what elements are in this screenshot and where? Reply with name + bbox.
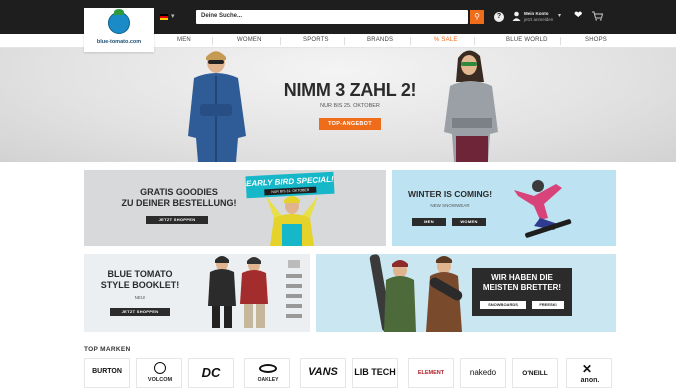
boards-text-panel: WIR HABEN DIE MEISTEN BRETTER! SNOWBOARD… (472, 268, 572, 316)
nav-item-shops[interactable]: SHOPS (585, 37, 607, 43)
goodies-shop-button[interactable]: JETZT SHOPPEN (146, 216, 208, 224)
chevron-down-icon[interactable]: ▾ (171, 12, 175, 20)
brand-logo-anon: anon. (580, 377, 600, 384)
style-booklet-banner[interactable]: BLUE TOMATO STYLE BOOKLET! NEU! JETZT SH… (84, 254, 310, 332)
brand-tile-libtech[interactable]: LIB TECH (352, 358, 398, 388)
booklet-title-line1: BLUE TOMATO (107, 269, 173, 279)
booklet-new-label: NEU! (134, 295, 146, 300)
hero-cta-button[interactable]: TOP-ANGEBOT (319, 118, 381, 130)
brand-logo-element: ELEMENT (417, 370, 445, 376)
flag-de-icon[interactable] (160, 14, 168, 20)
nav-item-men[interactable]: MEN (177, 37, 191, 43)
anon-x-icon: ✕ (582, 362, 593, 376)
help-icon[interactable]: ? (494, 12, 504, 22)
nav-item-women[interactable]: WOMEN (237, 37, 262, 43)
cart-icon[interactable] (592, 11, 604, 23)
hero-banner[interactable]: NIMM 3 ZAHL 2! NUR BIS 25. OKTOBER TOP-A… (0, 48, 676, 162)
brand-tile-dc[interactable]: DC (188, 358, 234, 388)
search-placeholder: Deine Suche... (201, 13, 243, 19)
brand-tile-nakedo[interactable]: nakedo (460, 358, 506, 388)
snowboarder-jump-image (514, 180, 572, 238)
booklet-title-line2: STYLE BOOKLET! (100, 280, 180, 290)
boards-banner[interactable]: WIR HABEN DIE MEISTEN BRETTER! SNOWBOARD… (316, 254, 616, 332)
nav-divider (410, 37, 411, 45)
nav-item-sale[interactable]: % SALE (434, 37, 458, 43)
nav-item-blue-world[interactable]: BLUE WORLD (506, 37, 548, 43)
brand-tile-oakley[interactable]: OAKLEY (244, 358, 290, 388)
heart-icon[interactable]: ❤ (574, 10, 582, 21)
brand-logo-libtech: LIB TECH (354, 367, 396, 377)
booklet-models-image (208, 256, 268, 328)
hero-headline: NIMM 3 ZAHL 2! (283, 80, 417, 100)
brand-logo-oakley: OAKLEY (257, 377, 279, 383)
boards-freeski-button[interactable]: FREESKI (532, 301, 564, 309)
tomato-leaf-icon (114, 9, 124, 15)
nav-divider (280, 37, 281, 45)
winter-women-button[interactable]: WOMEN (452, 218, 486, 226)
brands-section-title: TOP MARKEN (84, 346, 131, 353)
goodies-banner[interactable]: GRATIS GOODIES ZU DEINER BESTELLUNG! JET… (84, 170, 386, 246)
search-icon: ⚲ (474, 12, 480, 21)
early-bird-title: EARLY BIRD SPECIAL! (245, 174, 334, 189)
nav-item-brands[interactable]: BRANDS (367, 37, 393, 43)
booklet-shop-button[interactable]: JETZT SHOPPEN (110, 308, 170, 316)
brand-logo-nakedo: nakedo (469, 368, 497, 377)
goodies-title-line2: ZU DEINER BESTELLUNG! (121, 198, 237, 208)
search-button[interactable]: ⚲ (470, 10, 484, 24)
winter-banner[interactable]: WINTER IS COMING! NEW SNOWWEAR MEN WOMEN (392, 170, 616, 246)
brand-list-mini-logos (286, 260, 302, 318)
brand-logo-volcom: VOLCOM (147, 377, 173, 383)
boards-models-image (369, 254, 463, 332)
tomato-logo-icon (108, 12, 130, 34)
brand-tile-anon[interactable]: ✕ anon. (566, 358, 612, 388)
boards-title-line2: MEISTEN BRETTER! (482, 283, 562, 292)
winter-men-button[interactable]: MEN (412, 218, 446, 226)
brand-logo-vans: VANS (308, 366, 338, 378)
brand-tile-volcom[interactable]: VOLCOM (136, 358, 182, 388)
boards-snowboards-button[interactable]: SNOWBOARDS (480, 301, 526, 309)
oakley-ellipse-icon (259, 364, 277, 373)
brand-tile-oneill[interactable]: O'NEILL (512, 358, 558, 388)
brand-logo-burton: BURTON (92, 368, 122, 375)
user-icon[interactable] (512, 11, 521, 24)
brand-tile-vans[interactable]: VANS (300, 358, 346, 388)
account-link[interactable]: Mein Konto (524, 11, 549, 16)
boards-title-line1: WIR HABEN DIE (491, 273, 553, 282)
nav-item-sports[interactable]: SPORTS (303, 37, 329, 43)
goodies-title-line1: GRATIS GOODIES (140, 187, 218, 197)
nav-divider (212, 37, 213, 45)
hero-subline: NUR BIS 25. OKTOBER (320, 103, 380, 109)
logo-text: blue-tomato.com (96, 39, 142, 45)
hero-model-man-image (188, 51, 246, 162)
account-chevron-icon[interactable]: ▾ (558, 12, 561, 19)
search-input[interactable]: Deine Suche... (196, 10, 468, 24)
brand-logo-oneill: O'NEILL (522, 370, 548, 377)
volcom-stone-icon (154, 362, 166, 374)
brand-tile-burton[interactable]: BURTON (84, 358, 130, 388)
nav-divider (344, 37, 345, 45)
brand-logo-dc: DC (201, 365, 221, 380)
nav-divider (560, 37, 561, 45)
nav-divider (474, 37, 475, 45)
account-login-hint[interactable]: jetzt anmelden (524, 17, 553, 22)
winter-subline: NEW SNOWWEAR (430, 203, 470, 208)
winter-title: WINTER IS COMING! (407, 189, 493, 199)
hero-model-woman-image (444, 50, 498, 162)
site-logo[interactable]: blue-tomato.com (84, 8, 154, 52)
brand-tile-element[interactable]: ELEMENT (408, 358, 454, 388)
early-bird-model-image (266, 196, 318, 246)
